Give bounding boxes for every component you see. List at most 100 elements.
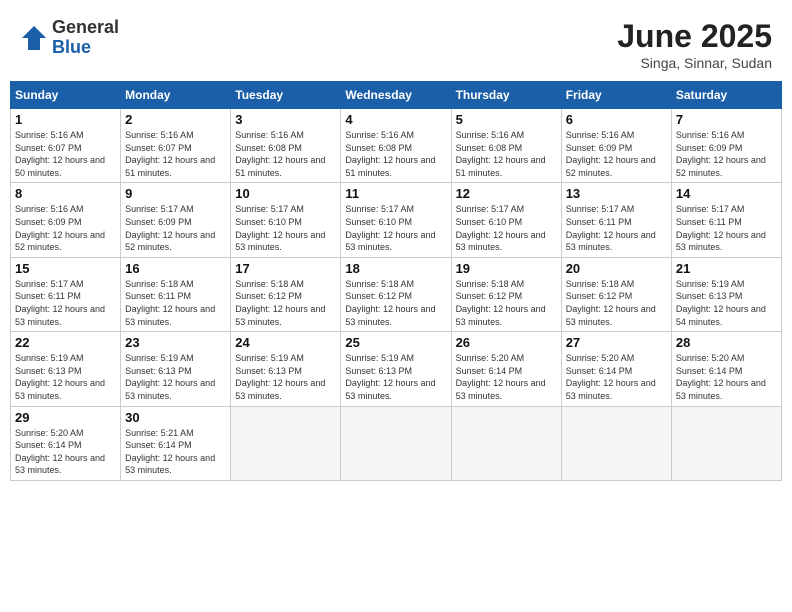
day-number: 9 — [125, 186, 226, 201]
calendar-cell — [451, 406, 561, 480]
calendar-cell: 28Sunrise: 5:20 AMSunset: 6:14 PMDayligh… — [671, 332, 781, 406]
day-number: 12 — [456, 186, 557, 201]
logo-blue: Blue — [52, 38, 119, 58]
day-number: 25 — [345, 335, 446, 350]
cell-info: Sunrise: 5:17 AMSunset: 6:11 PMDaylight:… — [676, 203, 777, 253]
cell-info: Sunrise: 5:16 AMSunset: 6:08 PMDaylight:… — [456, 129, 557, 179]
day-number: 23 — [125, 335, 226, 350]
calendar-cell: 7 Sunrise: 5:16 AMSunset: 6:09 PMDaylight… — [671, 109, 781, 183]
day-number: 21 — [676, 261, 777, 276]
cell-info: Sunrise: 5:17 AMSunset: 6:10 PMDaylight:… — [456, 203, 557, 253]
cell-info: Sunrise: 5:19 AMSunset: 6:13 PMDaylight:… — [345, 352, 446, 402]
cell-info: Sunrise: 5:16 AMSunset: 6:09 PMDaylight:… — [676, 129, 777, 179]
logo-general: General — [52, 18, 119, 38]
header-thursday: Thursday — [451, 82, 561, 109]
day-number: 16 — [125, 261, 226, 276]
page-header: General Blue June 2025 Singa, Sinnar, Su… — [10, 10, 782, 75]
day-number: 22 — [15, 335, 116, 350]
calendar-cell: 22 Sunrise: 5:19 AMSunset: 6:13 PMDayligh… — [11, 332, 121, 406]
cell-info: Sunrise: 5:20 AMSunset: 6:14 PMDaylight:… — [456, 352, 557, 402]
logo-icon — [20, 24, 48, 52]
cell-info: Sunrise: 5:16 AMSunset: 6:09 PMDaylight:… — [566, 129, 667, 179]
cell-info: Sunrise: 5:17 AMSunset: 6:10 PMDaylight:… — [235, 203, 336, 253]
day-number: 2 — [125, 112, 226, 127]
day-number: 28 — [676, 335, 777, 350]
calendar-table: SundayMondayTuesdayWednesdayThursdayFrid… — [10, 81, 782, 481]
day-number: 18 — [345, 261, 446, 276]
header-friday: Friday — [561, 82, 671, 109]
calendar-header-row: SundayMondayTuesdayWednesdayThursdayFrid… — [11, 82, 782, 109]
day-number: 19 — [456, 261, 557, 276]
cell-info: Sunrise: 5:18 AMSunset: 6:12 PMDaylight:… — [235, 278, 336, 328]
calendar-cell: 4 Sunrise: 5:16 AMSunset: 6:08 PMDaylight… — [341, 109, 451, 183]
calendar-cell — [671, 406, 781, 480]
month-title: June 2025 — [617, 18, 772, 55]
day-number: 7 — [676, 112, 777, 127]
calendar-cell — [341, 406, 451, 480]
calendar-cell: 16Sunrise: 5:18 AMSunset: 6:11 PMDayligh… — [121, 257, 231, 331]
location: Singa, Sinnar, Sudan — [617, 55, 772, 71]
calendar-cell: 17 Sunrise: 5:18 AMSunset: 6:12 PMDayligh… — [231, 257, 341, 331]
calendar-cell: 23 Sunrise: 5:19 AMSunset: 6:13 PMDayligh… — [121, 332, 231, 406]
header-saturday: Saturday — [671, 82, 781, 109]
calendar-cell: 2 Sunrise: 5:16 AMSunset: 6:07 PMDaylight… — [121, 109, 231, 183]
cell-info: Sunrise: 5:19 AMSunset: 6:13 PMDaylight:… — [676, 278, 777, 328]
day-number: 14 — [676, 186, 777, 201]
cell-info: Sunrise: 5:16 AMSunset: 6:07 PMDaylight:… — [125, 129, 226, 179]
cell-info: Sunrise: 5:16 AMSunset: 6:07 PMDaylight:… — [15, 129, 116, 179]
day-number: 1 — [15, 112, 116, 127]
calendar-cell: 3Sunrise: 5:16 AMSunset: 6:08 PMDaylight… — [231, 109, 341, 183]
calendar-cell: 10 Sunrise: 5:17 AMSunset: 6:10 PMDayligh… — [231, 183, 341, 257]
day-number: 8 — [15, 186, 116, 201]
day-number: 24 — [235, 335, 336, 350]
cell-info: Sunrise: 5:21 AMSunset: 6:14 PMDaylight:… — [125, 427, 226, 477]
cell-info: Sunrise: 5:17 AMSunset: 6:11 PMDaylight:… — [15, 278, 116, 328]
calendar-cell — [231, 406, 341, 480]
cell-info: Sunrise: 5:20 AMSunset: 6:14 PMDaylight:… — [566, 352, 667, 402]
calendar-cell: 9 Sunrise: 5:17 AMSunset: 6:09 PMDaylight… — [121, 183, 231, 257]
cell-info: Sunrise: 5:19 AMSunset: 6:13 PMDaylight:… — [15, 352, 116, 402]
calendar-cell: 26Sunrise: 5:20 AMSunset: 6:14 PMDayligh… — [451, 332, 561, 406]
day-number: 20 — [566, 261, 667, 276]
day-number: 30 — [125, 410, 226, 425]
calendar-cell: 5Sunrise: 5:16 AMSunset: 6:08 PMDaylight… — [451, 109, 561, 183]
calendar-cell: 14 Sunrise: 5:17 AMSunset: 6:11 PMDayligh… — [671, 183, 781, 257]
cell-info: Sunrise: 5:20 AMSunset: 6:14 PMDaylight:… — [15, 427, 116, 477]
calendar-week-1: 1 Sunrise: 5:16 AMSunset: 6:07 PMDaylight… — [11, 109, 782, 183]
calendar-week-3: 15 Sunrise: 5:17 AMSunset: 6:11 PMDayligh… — [11, 257, 782, 331]
cell-info: Sunrise: 5:16 AMSunset: 6:08 PMDaylight:… — [345, 129, 446, 179]
logo: General Blue — [20, 18, 119, 58]
calendar-cell: 24 Sunrise: 5:19 AMSunset: 6:13 PMDayligh… — [231, 332, 341, 406]
cell-info: Sunrise: 5:19 AMSunset: 6:13 PMDaylight:… — [235, 352, 336, 402]
day-number: 27 — [566, 335, 667, 350]
day-number: 3 — [235, 112, 336, 127]
calendar-cell: 15 Sunrise: 5:17 AMSunset: 6:11 PMDayligh… — [11, 257, 121, 331]
cell-info: Sunrise: 5:17 AMSunset: 6:10 PMDaylight:… — [345, 203, 446, 253]
day-number: 6 — [566, 112, 667, 127]
calendar-week-2: 8 Sunrise: 5:16 AMSunset: 6:09 PMDaylight… — [11, 183, 782, 257]
cell-info: Sunrise: 5:16 AMSunset: 6:09 PMDaylight:… — [15, 203, 116, 253]
calendar-cell: 8 Sunrise: 5:16 AMSunset: 6:09 PMDaylight… — [11, 183, 121, 257]
calendar-cell: 30 Sunrise: 5:21 AMSunset: 6:14 PMDayligh… — [121, 406, 231, 480]
day-number: 11 — [345, 186, 446, 201]
day-number: 15 — [15, 261, 116, 276]
calendar-cell — [561, 406, 671, 480]
cell-info: Sunrise: 5:19 AMSunset: 6:13 PMDaylight:… — [125, 352, 226, 402]
calendar-cell: 20Sunrise: 5:18 AMSunset: 6:12 PMDayligh… — [561, 257, 671, 331]
calendar-cell: 29Sunrise: 5:20 AMSunset: 6:14 PMDayligh… — [11, 406, 121, 480]
calendar-week-5: 29Sunrise: 5:20 AMSunset: 6:14 PMDayligh… — [11, 406, 782, 480]
day-number: 10 — [235, 186, 336, 201]
header-monday: Monday — [121, 82, 231, 109]
calendar-cell: 13Sunrise: 5:17 AMSunset: 6:11 PMDayligh… — [561, 183, 671, 257]
day-number: 17 — [235, 261, 336, 276]
calendar-body: 1 Sunrise: 5:16 AMSunset: 6:07 PMDaylight… — [11, 109, 782, 481]
cell-info: Sunrise: 5:17 AMSunset: 6:09 PMDaylight:… — [125, 203, 226, 253]
logo-text: General Blue — [52, 18, 119, 58]
header-sunday: Sunday — [11, 82, 121, 109]
day-number: 4 — [345, 112, 446, 127]
calendar-week-4: 22 Sunrise: 5:19 AMSunset: 6:13 PMDayligh… — [11, 332, 782, 406]
calendar-cell: 12 Sunrise: 5:17 AMSunset: 6:10 PMDayligh… — [451, 183, 561, 257]
title-block: June 2025 Singa, Sinnar, Sudan — [617, 18, 772, 71]
header-wednesday: Wednesday — [341, 82, 451, 109]
cell-info: Sunrise: 5:17 AMSunset: 6:11 PMDaylight:… — [566, 203, 667, 253]
